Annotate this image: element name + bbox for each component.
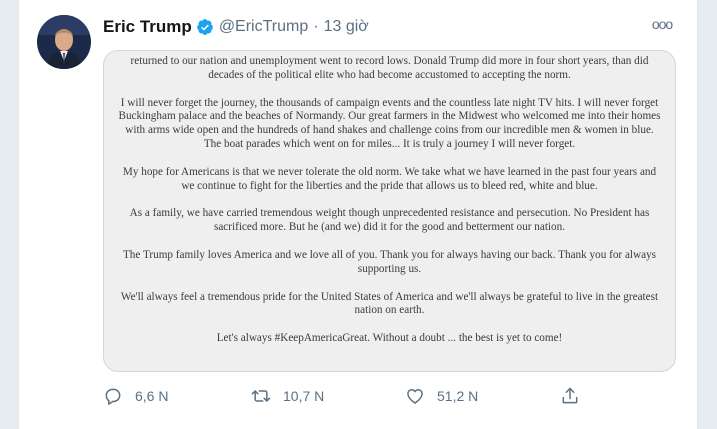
avatar[interactable] — [37, 15, 91, 69]
separator-dot: · — [313, 18, 319, 35]
author-handle[interactable]: @EricTrump — [219, 18, 308, 36]
reply-count: 6,6 N — [135, 388, 169, 404]
reply-button[interactable]: 6,6 N — [103, 384, 168, 408]
letter-paragraph: My hope for Americans is that we never t… — [122, 165, 657, 192]
retweet-count: 10,7 N — [283, 388, 325, 404]
more-icon[interactable]: ooo — [650, 16, 674, 34]
retweet-icon — [251, 390, 271, 402]
letter-paragraph: returned to our nation and unemployment … — [130, 55, 649, 81]
letter-paragraph: As a family, we have carried tremendous … — [129, 207, 650, 234]
like-count: 51,2 N — [437, 388, 479, 404]
share-button[interactable] — [560, 384, 580, 408]
letter-text: returned to our nation and unemployment … — [118, 55, 661, 360]
like-button[interactable]: 51,2 N — [405, 384, 478, 408]
retweet-button[interactable]: 10,7 N — [251, 384, 324, 408]
letter-paragraph: We'll always feel a tremendous pride for… — [120, 290, 659, 317]
reply-icon — [105, 388, 121, 405]
tweet-image[interactable]: returned to our nation and unemployment … — [103, 50, 676, 372]
tweet-actions: 6,6 N 10,7 N 51,2 N — [103, 384, 583, 408]
tweet-header: Eric Trump @EricTrump · 13 giờ — [103, 16, 369, 38]
letter-paragraph: I will never forget the journey, the tho… — [118, 96, 661, 150]
letter-paragraph: Let's always #KeepAmericaGreat. Without … — [216, 332, 563, 345]
verified-badge-icon — [196, 18, 214, 36]
like-icon — [407, 389, 423, 404]
author-name[interactable]: Eric Trump — [103, 17, 192, 37]
avatar-image — [37, 15, 91, 69]
share-icon — [562, 387, 578, 404]
tweet-timestamp[interactable]: 13 giờ — [324, 18, 369, 36]
letter-paragraph: The Trump family loves America and we lo… — [122, 248, 657, 275]
